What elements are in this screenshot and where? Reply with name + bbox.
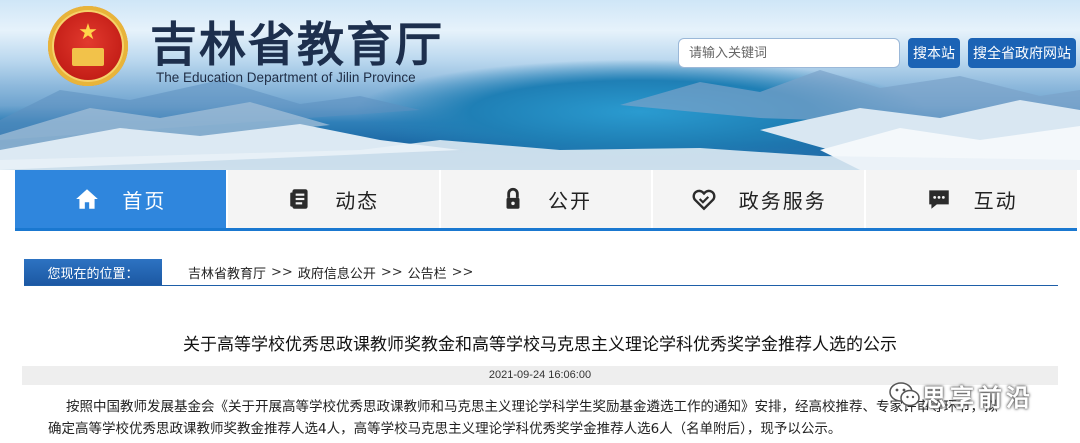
site-subtitle: The Education Department of Jilin Provin… [156, 70, 416, 85]
wechat-icon [889, 382, 920, 407]
nav-item-services[interactable]: 政务服务 [653, 170, 867, 228]
breadcrumb: 您现在的位置： 吉林省教育厅 >> 政府信息公开 >> 公告栏 >> [24, 259, 1058, 286]
home-icon [76, 189, 99, 209]
search-site-button[interactable]: 搜本站 [908, 38, 960, 68]
breadcrumb-link-info[interactable]: 政府信息公开 [298, 263, 376, 282]
breadcrumb-separator: >> [271, 264, 293, 280]
nav-item-news[interactable]: 动态 [228, 170, 441, 228]
wechat-watermark: 思享前沿 [888, 378, 1034, 412]
breadcrumb-separator: >> [380, 264, 403, 280]
paragraph-text: 确定高等学校优秀思政课教师奖教金推荐人选4人，高等学校马克思主义理论学科优秀奖学… [48, 421, 842, 437]
breadcrumb-link-home[interactable]: 吉林省教育厅 [188, 263, 266, 282]
handshake-heart-icon [692, 189, 716, 211]
breadcrumb-separator: >> [451, 264, 474, 280]
nav-label: 公开 [547, 188, 592, 213]
watermark-text: 思享前沿 [922, 383, 1034, 412]
breadcrumb-link-notice[interactable]: 公告栏 [408, 263, 447, 282]
article-title: 关于高等学校优秀思政课教师奖教金和高等学校马克思主义理论学科优秀奖学金推荐人选的… [183, 335, 897, 355]
breadcrumb-label: 您现在的位置： [24, 259, 162, 285]
site-title: 吉林省教育厅 [150, 18, 444, 73]
chat-icon [928, 190, 949, 209]
search-province-button[interactable]: 搜全省政府网站 [968, 38, 1076, 68]
nav-item-home[interactable]: 首页 [15, 170, 228, 228]
nav-label: 动态 [335, 188, 380, 213]
national-emblem-logo: ★ [48, 6, 128, 86]
search-input[interactable] [678, 38, 900, 68]
article-paragraph-line: 确定高等学校优秀思政课教师奖教金推荐人选4人，高等学校马克思主义理论学科优秀奖学… [48, 418, 1058, 440]
main-nav: 首页 动态 公开 政务服务 互动 [15, 170, 1077, 231]
nav-label: 政务服务 [738, 188, 827, 213]
paragraph-text: 按照中国教师发展基金会《关于开展高等学校优秀思政课教师和马克思主义理论学科学生奖… [66, 399, 998, 415]
header-banner: ★ 吉林省教育厅 The Education Department of Jil… [0, 0, 1080, 170]
nav-item-interact[interactable]: 互动 [866, 170, 1077, 228]
lock-icon [506, 187, 520, 209]
nav-item-public[interactable]: 公开 [441, 170, 654, 228]
document-icon [290, 189, 308, 209]
nav-label: 首页 [122, 188, 167, 213]
nav-label: 互动 [973, 188, 1018, 213]
